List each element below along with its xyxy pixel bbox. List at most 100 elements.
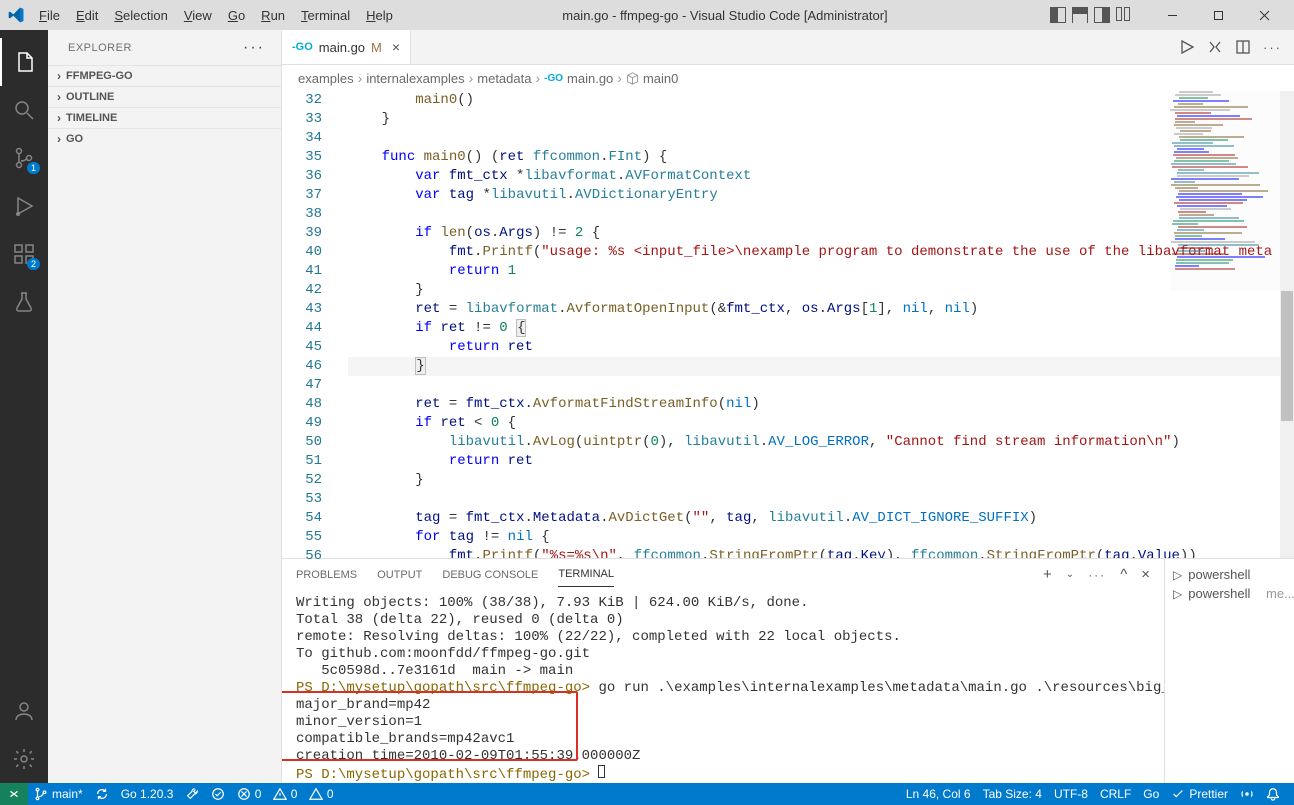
terminal-body[interactable]: Writing objects: 100% (38/38), 7.93 KiB … (282, 591, 1164, 783)
editor-group: -GO main.go M × ··· examples› internalex… (282, 30, 1294, 783)
breadcrumb-part[interactable]: examples (298, 71, 354, 86)
feedback-status[interactable] (1234, 783, 1260, 805)
files-icon (13, 50, 37, 74)
powershell-icon: ▷ (1173, 568, 1182, 582)
sidebar-section-timeline[interactable]: ›TIMELINE (48, 107, 281, 128)
toggle-secondary-sidebar-icon[interactable] (1094, 7, 1110, 23)
breadcrumb[interactable]: examples› internalexamples› metadata› -G… (282, 65, 1294, 91)
sidebar-section-go[interactable]: ›GO (48, 128, 281, 149)
run-icon[interactable] (1179, 39, 1195, 55)
panel-tab-output[interactable]: OUTPUT (377, 563, 422, 587)
editor-more-icon[interactable]: ··· (1263, 40, 1282, 55)
menu-view[interactable]: View (177, 4, 219, 27)
caution-icon (309, 787, 323, 801)
terminal-session[interactable]: ▷powershell me... (1173, 584, 1286, 603)
title-bar: File Edit Selection View Go Run Terminal… (0, 0, 1294, 30)
maximize-button[interactable] (1196, 0, 1240, 30)
activity-settings[interactable] (0, 735, 48, 783)
code-editor[interactable]: 3233343536373839404142434445464748495051… (282, 91, 1294, 558)
menu-help[interactable]: Help (359, 4, 400, 27)
indentation-status[interactable]: Tab Size: 4 (977, 783, 1048, 805)
error-icon (237, 787, 251, 801)
check-icon (1171, 787, 1185, 801)
pass-icon (211, 787, 225, 801)
menu-edit[interactable]: Edit (69, 4, 105, 27)
activity-extensions[interactable]: 2 (0, 230, 48, 278)
minimize-button[interactable] (1150, 0, 1194, 30)
vscode-icon (8, 7, 24, 23)
tab-modified-indicator: M (371, 40, 382, 55)
scm-badge: 1 (27, 162, 40, 174)
activity-run-debug[interactable] (0, 182, 48, 230)
panel-tab-debug-console[interactable]: DEBUG CONSOLE (442, 563, 538, 587)
panel-tabs: PROBLEMS OUTPUT DEBUG CONSOLE TERMINAL +… (282, 559, 1164, 591)
remote-indicator[interactable] (0, 783, 28, 805)
encoding-status[interactable]: UTF-8 (1048, 783, 1094, 805)
editor-scrollbar[interactable] (1280, 91, 1294, 558)
problems-status[interactable]: 0 0 0 (231, 783, 340, 805)
terminal-session[interactable]: ▷powershell (1173, 565, 1286, 584)
split-editor-icon[interactable] (1235, 39, 1251, 55)
new-terminal-icon[interactable]: + (1043, 560, 1052, 589)
analysis-status[interactable] (205, 783, 231, 805)
explorer-more-icon[interactable]: ··· (243, 39, 265, 57)
explorer-sidebar: EXPLORER ··· ›FFMPEG-GO ›OUTLINE ›TIMELI… (48, 30, 282, 783)
sidebar-section-outline[interactable]: ›OUTLINE (48, 86, 281, 107)
breadcrumb-part[interactable]: metadata (477, 71, 531, 86)
editor-actions: ··· (1167, 30, 1294, 64)
notifications-status[interactable] (1260, 783, 1286, 805)
code-content[interactable]: main0() } func main0() (ret ffcommon.FIn… (348, 91, 1294, 558)
activity-search[interactable] (0, 86, 48, 134)
sidebar-section-ffmpeg-go[interactable]: ›FFMPEG-GO (48, 65, 281, 86)
cursor-position-status[interactable]: Ln 46, Col 6 (900, 783, 977, 805)
toggle-panel-icon[interactable] (1072, 7, 1088, 23)
menu-terminal[interactable]: Terminal (294, 4, 357, 27)
close-button[interactable] (1242, 0, 1286, 30)
sync-icon (95, 787, 109, 801)
chevron-right-icon: › (52, 90, 66, 104)
beaker-icon (12, 290, 36, 314)
maximize-panel-icon[interactable]: ^ (1120, 560, 1127, 589)
bottom-panel: PROBLEMS OUTPUT DEBUG CONSOLE TERMINAL +… (282, 558, 1294, 783)
activity-accounts[interactable] (0, 687, 48, 735)
menu-selection[interactable]: Selection (107, 4, 174, 27)
menu-file[interactable]: File (32, 4, 67, 27)
chevron-right-icon: › (52, 111, 66, 125)
layout-controls (1050, 7, 1132, 23)
git-branch-status[interactable]: main* (28, 783, 89, 805)
breadcrumb-part[interactable]: internalexamples (366, 71, 464, 86)
explorer-title: EXPLORER (68, 42, 132, 54)
tab-filename: main.go (319, 40, 365, 55)
go-file-icon: -GO (292, 41, 313, 53)
panel-tab-terminal[interactable]: TERMINAL (558, 562, 614, 587)
breadcrumb-part[interactable]: main.go (567, 71, 613, 86)
terminal-dropdown-icon[interactable]: ⌄ (1066, 563, 1074, 586)
split-diff-icon[interactable] (1207, 39, 1223, 55)
warning-icon (273, 787, 287, 801)
git-sync-status[interactable] (89, 783, 115, 805)
prettier-status[interactable]: Prettier (1165, 783, 1234, 805)
panel-more-icon[interactable]: ··· (1088, 562, 1106, 588)
go-version-status[interactable]: Go 1.20.3 (115, 783, 205, 805)
menu-bar: File Edit Selection View Go Run Terminal… (32, 4, 400, 27)
menu-go[interactable]: Go (221, 4, 252, 27)
panel-tab-problems[interactable]: PROBLEMS (296, 563, 357, 587)
symbol-function-icon (626, 72, 639, 85)
activity-testing[interactable] (0, 278, 48, 326)
tab-bar: -GO main.go M × ··· (282, 30, 1294, 65)
tab-close-icon[interactable]: × (392, 39, 400, 55)
account-icon (12, 699, 36, 723)
language-status[interactable]: Go (1137, 783, 1165, 805)
close-panel-icon[interactable]: × (1141, 560, 1150, 589)
ext-badge: 2 (27, 258, 40, 270)
breadcrumb-part[interactable]: main0 (643, 71, 678, 86)
branch-icon (34, 787, 48, 801)
activity-bar: 1 2 (0, 30, 48, 783)
tab-main-go[interactable]: -GO main.go M × (282, 30, 411, 64)
eol-status[interactable]: CRLF (1094, 783, 1137, 805)
customize-layout-icon[interactable] (1116, 7, 1132, 23)
menu-run[interactable]: Run (254, 4, 292, 27)
activity-explorer[interactable] (0, 38, 48, 86)
activity-source-control[interactable]: 1 (0, 134, 48, 182)
toggle-primary-sidebar-icon[interactable] (1050, 7, 1066, 23)
